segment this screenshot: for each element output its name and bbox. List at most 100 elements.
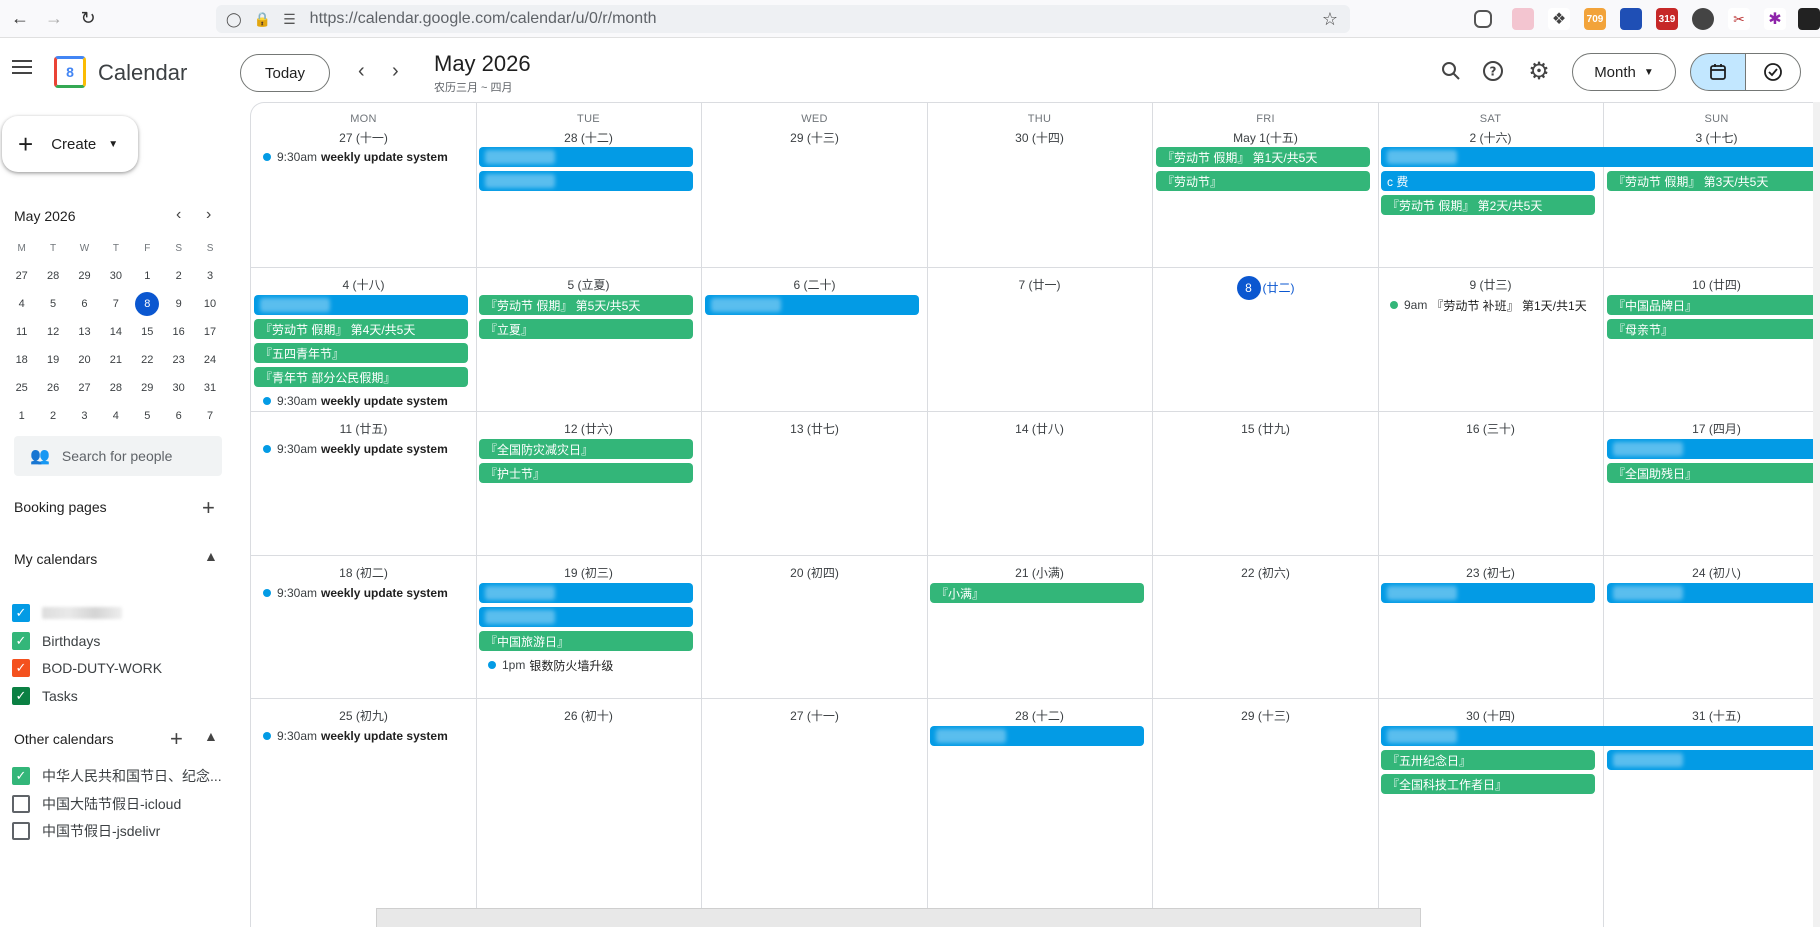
event-chip[interactable]: 『中国品牌日』 bbox=[1607, 295, 1820, 315]
mini-day[interactable]: 6 bbox=[69, 290, 100, 318]
url-bar[interactable]: ◯ 🔒 ☰ https://calendar.google.com/calend… bbox=[216, 5, 1350, 33]
event-chip[interactable]: 『青年节 部分公民假期』 bbox=[254, 367, 468, 387]
day-cell[interactable]: 8 (廿二) bbox=[1153, 268, 1379, 412]
day-cell[interactable]: 15 (廿九) bbox=[1153, 412, 1379, 556]
mini-day[interactable]: 21 bbox=[100, 346, 131, 374]
calendar-list-item[interactable]: ✓ BOD-DUTY-WORK bbox=[12, 654, 162, 682]
mini-day[interactable]: 24 bbox=[194, 346, 225, 374]
day-number[interactable]: 31 (十五) bbox=[1604, 707, 1820, 724]
day-number[interactable]: 23 (初七) bbox=[1378, 564, 1603, 581]
day-cell[interactable]: 23 (初七) bbox=[1378, 556, 1604, 699]
shield-icon[interactable]: ◯ bbox=[226, 11, 242, 28]
tasks-view-toggle[interactable] bbox=[1745, 53, 1801, 91]
mini-day[interactable]: 4 bbox=[100, 402, 131, 430]
day-cell[interactable]: 20 (初四) bbox=[702, 556, 928, 699]
timed-event[interactable]: 9am 『劳动节 补班』 第1天/共1天 bbox=[1380, 295, 1587, 315]
event-chip[interactable]: 『劳动节 假期』 第2天/共5天 bbox=[1381, 195, 1595, 215]
calendar-checkbox[interactable] bbox=[12, 822, 30, 840]
calendar-checkbox[interactable] bbox=[12, 794, 30, 813]
event-chip[interactable]: 『劳动节 假期』 第3天/共5天 bbox=[1607, 171, 1820, 191]
mini-day[interactable]: 22 bbox=[132, 346, 163, 374]
event-chip[interactable] bbox=[930, 726, 1144, 746]
day-cell[interactable]: 13 (廿七) bbox=[702, 412, 928, 556]
calendar-checkbox[interactable]: ✓ bbox=[12, 631, 30, 650]
calendar-checkbox[interactable]: ✓ bbox=[12, 659, 30, 677]
day-number[interactable]: 27 (十一) bbox=[251, 129, 476, 146]
mini-day[interactable]: 3 bbox=[194, 262, 225, 290]
mini-day[interactable]: 17 bbox=[194, 318, 225, 346]
day-number[interactable]: 13 (廿七) bbox=[702, 420, 927, 437]
main-menu-icon[interactable] bbox=[12, 60, 32, 74]
mini-day[interactable]: 19 bbox=[37, 346, 68, 374]
forward-icon[interactable]: → bbox=[40, 5, 68, 33]
timed-event[interactable]: 9:30am weekly update system bbox=[253, 439, 448, 459]
event-chip[interactable]: 『小满』 bbox=[930, 583, 1144, 603]
day-cell[interactable]: 9 (廿三) bbox=[1378, 268, 1604, 412]
search-icon[interactable] bbox=[1438, 58, 1464, 84]
day-cell[interactable]: 19 (初三) bbox=[476, 556, 702, 699]
mini-day[interactable]: 28 bbox=[37, 262, 68, 290]
event-chip[interactable]: c 费 bbox=[1381, 171, 1595, 191]
day-number[interactable]: 24 (初八) bbox=[1604, 564, 1820, 581]
day-cell[interactable]: 7 (廿一) bbox=[927, 268, 1153, 412]
mini-day[interactable]: 5 bbox=[132, 402, 163, 430]
chevron-up-icon[interactable]: ▲ bbox=[204, 728, 218, 744]
mini-next-icon[interactable]: › bbox=[206, 206, 211, 224]
day-cell[interactable]: 27 (十一) bbox=[702, 699, 928, 927]
pocket-icon[interactable] bbox=[1474, 10, 1492, 28]
today-button[interactable]: Today bbox=[240, 54, 330, 92]
day-cell[interactable]: 5 (立夏) bbox=[476, 268, 702, 412]
mini-day[interactable]: 20 bbox=[69, 346, 100, 374]
back-icon[interactable]: ← bbox=[6, 5, 34, 33]
event-chip[interactable] bbox=[705, 295, 919, 315]
mini-day[interactable]: 26 bbox=[37, 374, 68, 402]
day-number[interactable]: 19 (初三) bbox=[476, 564, 701, 581]
calendar-list-item[interactable]: 中国大陆节假日-icloud bbox=[12, 790, 181, 818]
my-calendars-heading[interactable]: My calendars bbox=[14, 551, 97, 567]
event-chip[interactable] bbox=[1381, 583, 1595, 603]
day-number[interactable]: 29 (十三) bbox=[702, 129, 927, 146]
day-cell[interactable]: 29 (十三) bbox=[1153, 699, 1379, 927]
day-number[interactable]: 17 (四月) bbox=[1604, 420, 1820, 437]
day-cell[interactable]: 24 (初八) bbox=[1604, 556, 1820, 699]
day-cell[interactable]: 21 (小满) bbox=[927, 556, 1153, 699]
mini-day[interactable]: 27 bbox=[6, 262, 37, 290]
mini-day[interactable]: 15 bbox=[132, 318, 163, 346]
help-icon[interactable]: ? bbox=[1480, 58, 1506, 84]
timed-event[interactable]: 9:30am weekly update system bbox=[253, 147, 448, 167]
day-cell[interactable]: 6 (二十) bbox=[702, 268, 928, 412]
mini-day[interactable]: 7 bbox=[194, 402, 225, 430]
add-other-calendar-icon[interactable]: + bbox=[170, 726, 183, 752]
day-number[interactable]: 18 (初二) bbox=[251, 564, 476, 581]
event-chip[interactable]: 『劳动节 假期』 第5天/共5天 bbox=[479, 295, 693, 315]
mini-day[interactable]: 23 bbox=[163, 346, 194, 374]
day-number[interactable]: 14 (廿八) bbox=[927, 420, 1152, 437]
mini-day[interactable]: 4 bbox=[6, 290, 37, 318]
mini-day[interactable]: 9 bbox=[163, 290, 194, 318]
day-number[interactable]: 20 (初四) bbox=[702, 564, 927, 581]
day-cell[interactable]: 14 (廿八) bbox=[927, 412, 1153, 556]
day-number[interactable]: 3 (十七) bbox=[1604, 129, 1820, 146]
event-chip[interactable]: 『护士节』 bbox=[479, 463, 693, 483]
timed-event[interactable]: 9:30am weekly update system bbox=[253, 726, 448, 746]
calendar-checkbox[interactable]: ✓ bbox=[12, 767, 30, 785]
event-chip[interactable] bbox=[1381, 726, 1820, 746]
event-chip[interactable] bbox=[479, 607, 693, 627]
extension-blue-icon[interactable] bbox=[1620, 8, 1642, 30]
add-booking-page-icon[interactable]: + bbox=[202, 495, 215, 521]
mini-day[interactable]: 2 bbox=[163, 262, 194, 290]
event-chip[interactable]: 『劳动节 假期』 第1天/共5天 bbox=[1156, 147, 1370, 167]
create-button[interactable]: + Create ▼ bbox=[2, 116, 138, 172]
extension-badge-icon[interactable]: 709 bbox=[1584, 8, 1606, 30]
day-number[interactable]: 30 (十四) bbox=[927, 129, 1152, 146]
day-number[interactable]: 27 (十一) bbox=[702, 707, 927, 724]
extension-dark-icon[interactable] bbox=[1692, 8, 1714, 30]
view-switcher-button[interactable]: Month ▼ bbox=[1572, 53, 1676, 91]
extension-tool-icon[interactable]: ✂ bbox=[1728, 8, 1750, 30]
mini-day[interactable]: 27 bbox=[69, 374, 100, 402]
day-number[interactable]: 22 (初六) bbox=[1153, 564, 1378, 581]
calendar-checkbox[interactable]: ✓ bbox=[12, 686, 30, 705]
vertical-scrollbar[interactable] bbox=[1813, 102, 1820, 927]
mini-day[interactable]: 29 bbox=[69, 262, 100, 290]
mini-day[interactable]: 3 bbox=[69, 402, 100, 430]
